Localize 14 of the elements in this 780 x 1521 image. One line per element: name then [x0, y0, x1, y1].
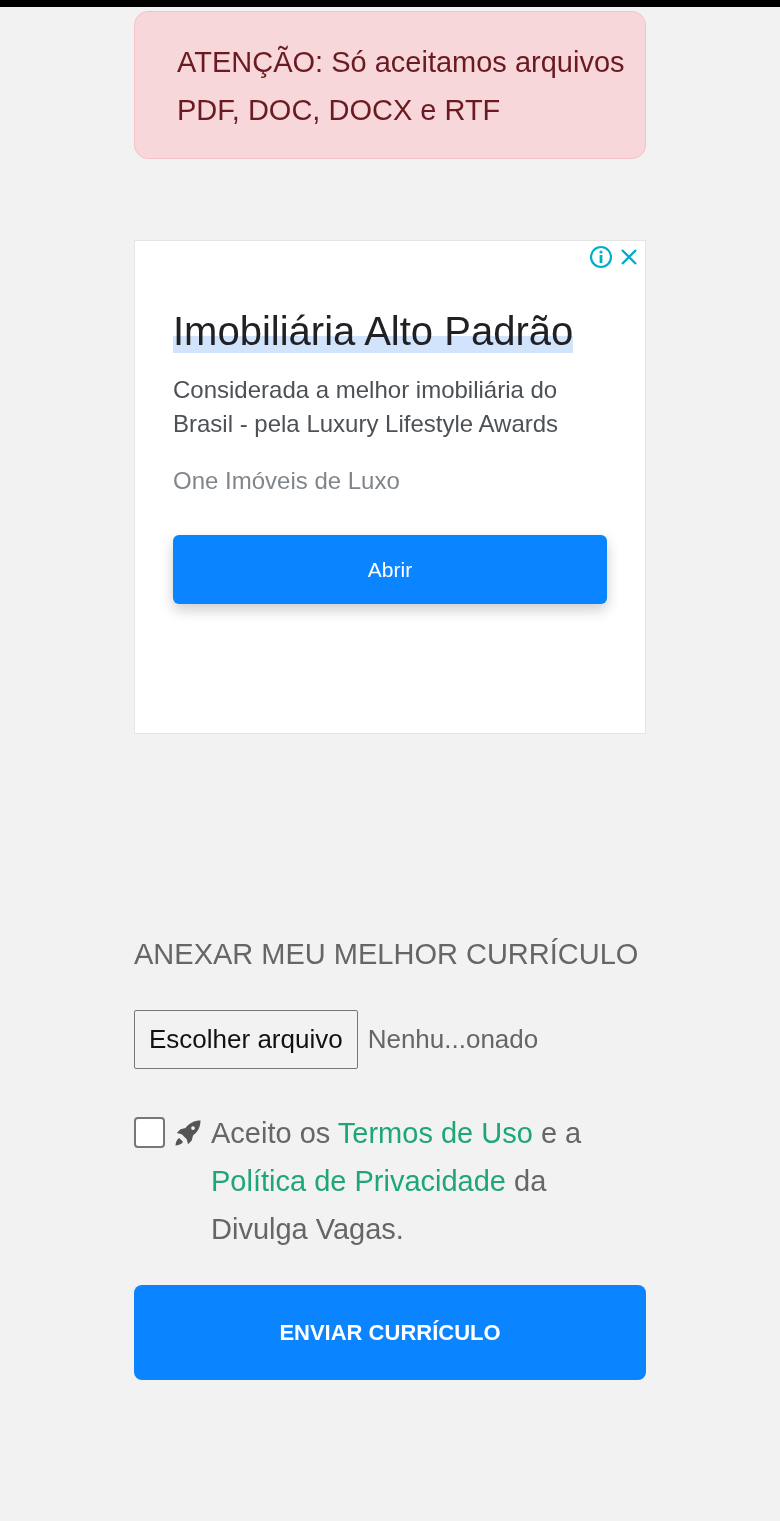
terms-link[interactable]: Política de Privacidade	[211, 1165, 506, 1197]
file-status: Nenhu...onado	[367, 1023, 539, 1056]
terms-link[interactable]: Termos de Uso	[337, 1117, 533, 1149]
consent-checkbox[interactable]	[134, 1117, 165, 1148]
info-icon[interactable]	[589, 245, 613, 269]
choose-file-button[interactable]: Escolher arquivo	[134, 1010, 358, 1069]
rocket-icon	[173, 1118, 203, 1148]
advertiser-name: One Imóveis de Luxo	[173, 466, 401, 496]
warning-alert: ATENÇÃO: Só aceitamos arquivos PDF, DOC, DOCX e RTF	[134, 11, 646, 159]
submit-button[interactable]: ENVIAR CURRÍCULO	[134, 1285, 646, 1380]
open-button[interactable]: Abrir	[173, 535, 607, 604]
ad-description: Considerada a melhor imobiliária do Brasil - pela Luxury Lifestyle Awards	[173, 375, 560, 439]
consent-text: Aceito os Termos de Uso e a Política de Privacidade da Divulga Vagas.	[211, 1116, 583, 1247]
section-heading: ANEXAR MEU MELHOR CURRÍCULO	[134, 937, 640, 972]
